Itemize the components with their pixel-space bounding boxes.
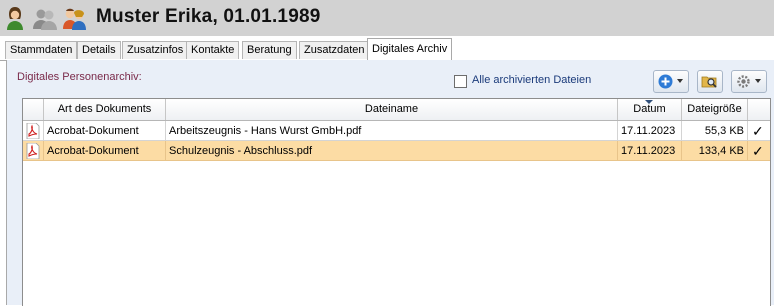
tab-strip: Stammdaten Details Zusatzinfos Kontakte … <box>0 36 774 61</box>
file-name: Schulzeugnis - Abschluss.pdf <box>166 141 618 161</box>
file-type-cell <box>23 121 44 141</box>
column-header-size[interactable]: Dateigröße <box>682 99 748 120</box>
document-type: Acrobat-Dokument <box>44 121 166 141</box>
file-date: 17.11.2023 <box>618 141 682 161</box>
pdf-icon <box>26 123 40 139</box>
chevron-down-icon <box>677 79 683 83</box>
check-icon: ✓ <box>752 143 764 159</box>
tab-zusatzinfos[interactable]: Zusatzinfos <box>122 41 189 59</box>
person-header: Muster Erika, 01.01.1989 <box>0 0 774 36</box>
settings-dropdown-button[interactable] <box>731 70 767 93</box>
file-type-cell <box>23 141 44 161</box>
file-size: 55,3 KB <box>682 121 748 141</box>
show-all-checkbox[interactable] <box>454 75 467 88</box>
column-header-icon[interactable] <box>23 99 44 120</box>
person-pair-icon <box>63 8 86 30</box>
tab-details[interactable]: Details <box>77 41 121 59</box>
column-header-check[interactable] <box>748 99 770 120</box>
page-title: Muster Erika, 01.01.1989 <box>96 6 321 27</box>
file-name: Arbeitszeugnis - Hans Wurst GmbH.pdf <box>166 121 618 141</box>
document-table: Art des Dokuments Dateiname Datum Dateig… <box>22 98 771 306</box>
file-size: 133,4 KB <box>682 141 748 161</box>
archive-panel: Digitales Personenarchiv: Alle archivier… <box>6 60 774 306</box>
table-row-selected[interactable]: Acrobat-Dokument Schulzeugnis - Abschlus… <box>23 141 770 161</box>
column-header-date-label: Datum <box>633 103 666 115</box>
show-all-label[interactable]: Alle archivierten Dateien <box>472 74 591 86</box>
tab-stammdaten[interactable]: Stammdaten <box>5 41 78 59</box>
tab-zusatzdaten[interactable]: Zusatzdaten <box>299 41 370 59</box>
pdf-icon <box>26 143 40 159</box>
tab-digitales-archiv[interactable]: Digitales Archiv <box>367 38 453 60</box>
tab-kontakte[interactable]: Kontakte <box>186 41 240 59</box>
add-dropdown-button[interactable] <box>653 70 689 93</box>
tab-beratung[interactable]: Beratung <box>242 41 297 59</box>
search-folder-icon <box>701 76 717 88</box>
table-header: Art des Dokuments Dateiname Datum Dateig… <box>23 99 770 121</box>
document-type: Acrobat-Dokument <box>44 141 166 161</box>
table-row[interactable]: Acrobat-Dokument Arbeitszeugnis - Hans W… <box>23 121 770 141</box>
gear-icon <box>737 75 750 88</box>
sort-indicator-icon <box>645 100 653 104</box>
column-header-date[interactable]: Datum <box>618 99 682 120</box>
check-icon: ✓ <box>752 123 764 139</box>
section-label: Digitales Personenarchiv: <box>17 71 142 83</box>
check-cell: ✓ <box>748 141 770 161</box>
chevron-down-icon <box>755 79 761 83</box>
column-header-type[interactable]: Art des Dokuments <box>44 99 166 120</box>
search-folder-button[interactable] <box>697 70 723 93</box>
column-header-filename[interactable]: Dateiname <box>166 99 618 120</box>
add-dropdown-icon <box>658 74 673 89</box>
file-date: 17.11.2023 <box>618 121 682 141</box>
persons-group-icon <box>33 9 57 30</box>
check-cell: ✓ <box>748 121 770 141</box>
person-female-icon <box>7 7 23 30</box>
